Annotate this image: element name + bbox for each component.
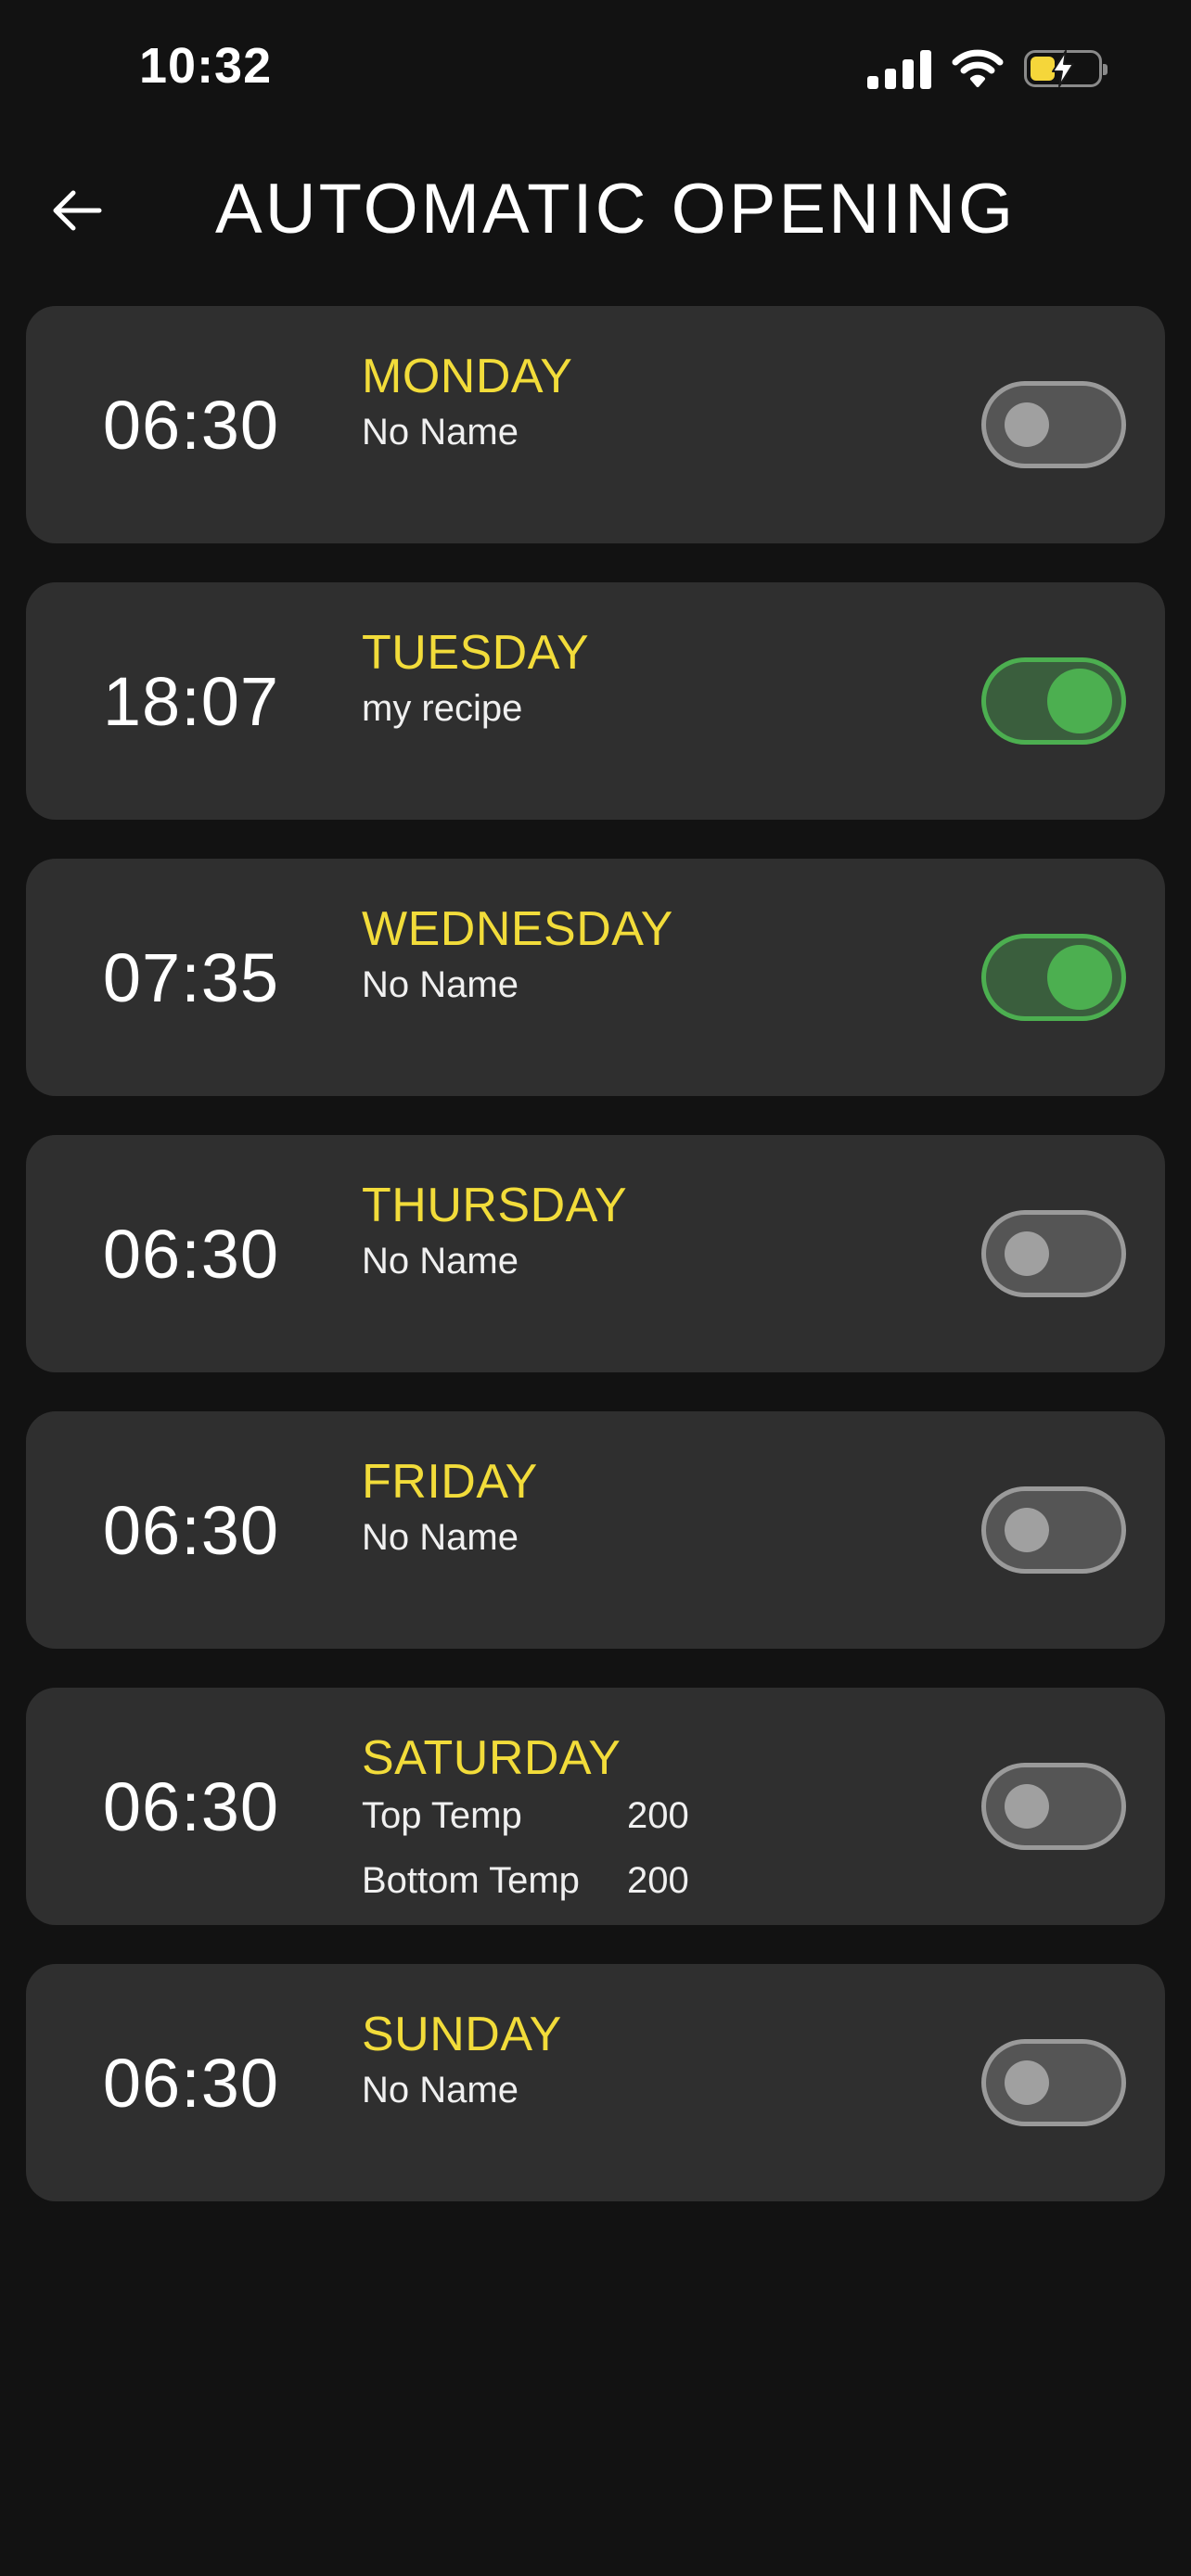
- back-button[interactable]: [45, 178, 109, 243]
- param-label: Bottom Temp: [362, 1860, 580, 1901]
- schedule-toggle[interactable]: [981, 934, 1126, 1021]
- schedule-day: FRIDAY: [362, 1455, 538, 1509]
- schedule-recipe-name: No Name: [362, 1517, 519, 1558]
- schedule-toggle[interactable]: [981, 381, 1126, 468]
- schedule-recipe-name: No Name: [362, 964, 519, 1005]
- toggle-knob: [1005, 1508, 1049, 1552]
- arrow-left-icon: [53, 190, 102, 231]
- schedule-info: SATURDAY Top Temp 200 Bottom Temp 200: [362, 1730, 942, 1905]
- schedule-time[interactable]: 06:30: [26, 306, 356, 543]
- schedule-toggle[interactable]: [981, 1763, 1126, 1850]
- schedule-toggle[interactable]: [981, 657, 1126, 745]
- schedule-info: MONDAY No Name: [362, 349, 942, 456]
- schedule-card-sunday[interactable]: 06:30 SUNDAY No Name: [26, 1964, 1165, 2201]
- schedule-card-friday[interactable]: 06:30 FRIDAY No Name: [26, 1411, 1165, 1649]
- param-value: 200: [627, 1795, 689, 1836]
- schedule-day: SATURDAY: [362, 1731, 621, 1785]
- toggle-knob: [1005, 1231, 1049, 1276]
- schedule-toggle[interactable]: [981, 1210, 1126, 1297]
- schedule-info: WEDNESDAY No Name: [362, 901, 942, 1009]
- schedule-recipe-name: No Name: [362, 2070, 519, 2111]
- param-label: Top Temp: [362, 1795, 522, 1836]
- schedule-info: SUNDAY No Name: [362, 2007, 942, 2114]
- schedule-card-saturday[interactable]: 06:30 SATURDAY Top Temp 200 Bottom Temp …: [26, 1688, 1165, 1925]
- schedule-day: SUNDAY: [362, 2008, 562, 2061]
- param-value: 200: [627, 1860, 689, 1901]
- toggle-knob: [1005, 1784, 1049, 1829]
- schedule-card-wednesday[interactable]: 07:35 WEDNESDAY No Name: [26, 859, 1165, 1096]
- schedule-info: TUESDAY my recipe: [362, 625, 942, 733]
- schedule-info: THURSDAY No Name: [362, 1178, 942, 1285]
- schedule-day: WEDNESDAY: [362, 902, 673, 956]
- toggle-knob: [1005, 402, 1049, 447]
- status-bar: 10:32: [0, 0, 1191, 139]
- schedule-recipe-name: my recipe: [362, 688, 523, 729]
- header: AUTOMATIC OPENING: [0, 148, 1191, 269]
- schedule-time[interactable]: 06:30: [26, 1135, 356, 1372]
- schedule-recipe-name: No Name: [362, 412, 519, 453]
- schedule-recipe-name: No Name: [362, 1241, 519, 1282]
- schedule-card-tuesday[interactable]: 18:07 TUESDAY my recipe: [26, 582, 1165, 820]
- schedule-card-monday[interactable]: 06:30 MONDAY No Name: [26, 306, 1165, 543]
- schedule-time[interactable]: 06:30: [26, 1964, 356, 2201]
- schedule-day: TUESDAY: [362, 626, 590, 680]
- schedule-info: FRIDAY No Name: [362, 1454, 942, 1562]
- toggle-knob: [1005, 2060, 1049, 2105]
- schedule-time[interactable]: 06:30: [26, 1411, 356, 1649]
- schedule-time[interactable]: 06:30: [26, 1688, 356, 1925]
- status-time: 10:32: [139, 38, 273, 94]
- battery-charging-icon: [1024, 50, 1108, 87]
- schedule-time[interactable]: 07:35: [26, 859, 356, 1096]
- schedule-toggle[interactable]: [981, 2039, 1126, 2126]
- bolt-icon: [1052, 50, 1074, 87]
- param-row-top-temp: Top Temp 200: [362, 1792, 942, 1840]
- signal-icon: [867, 48, 931, 89]
- toggle-knob: [1047, 669, 1112, 733]
- page-title: AUTOMATIC OPENING: [215, 170, 1017, 249]
- schedule-day: THURSDAY: [362, 1179, 628, 1232]
- param-row-bottom-temp: Bottom Temp 200: [362, 1856, 942, 1905]
- schedule-toggle[interactable]: [981, 1486, 1126, 1574]
- schedule-day: MONDAY: [362, 350, 573, 403]
- toggle-knob: [1047, 945, 1112, 1010]
- schedule-time[interactable]: 18:07: [26, 582, 356, 820]
- status-icons: [867, 48, 1108, 89]
- schedule-list: 06:30 MONDAY No Name 18:07 TUESDAY my re…: [26, 306, 1165, 2240]
- schedule-card-thursday[interactable]: 06:30 THURSDAY No Name: [26, 1135, 1165, 1372]
- wifi-icon: [952, 49, 1004, 87]
